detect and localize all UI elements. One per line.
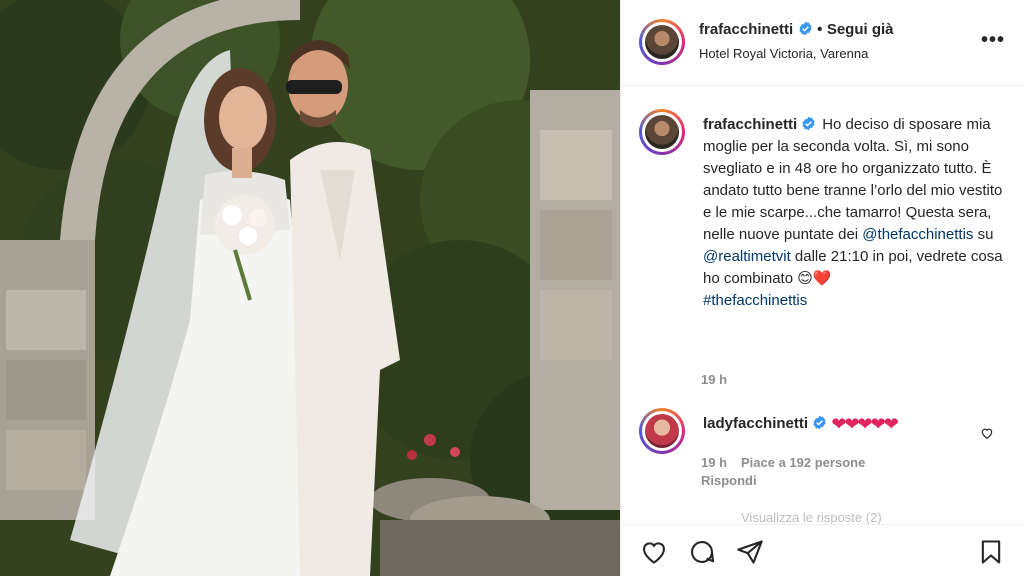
verified-badge-icon	[799, 21, 812, 36]
comment-text: ❤❤❤❤❤	[831, 414, 898, 434]
caption-text: su	[973, 226, 994, 243]
post-side-panel: frafacchinetti • Segui già Hotel Royal V…	[620, 0, 1024, 576]
verified-badge-icon	[802, 116, 815, 131]
view-replies-link[interactable]: Visualizza le risposte (2)	[741, 510, 882, 525]
share-icon[interactable]	[735, 538, 765, 566]
verified-badge-icon	[813, 415, 826, 430]
comment-icon[interactable]	[687, 538, 717, 566]
location-link[interactable]: Hotel Royal Victoria, Varenna	[699, 46, 868, 61]
mention-link[interactable]: @realtimetvit	[703, 248, 791, 265]
following-button[interactable]: Segui già	[827, 21, 894, 38]
post-caption: frafacchinetti Ho deciso di sposare mia …	[703, 114, 1003, 312]
separator-dot: •	[817, 21, 823, 38]
bookmark-icon[interactable]	[977, 538, 1005, 566]
instagram-post: frafacchinetti • Segui già Hotel Royal V…	[0, 0, 1024, 576]
reply-button[interactable]: Rispondi	[701, 473, 757, 488]
caption-author-avatar[interactable]	[639, 109, 685, 155]
post-action-bar	[621, 524, 1024, 576]
caption-timestamp[interactable]: 19 h	[701, 372, 727, 387]
header-title-row: frafacchinetti • Segui già	[699, 21, 894, 39]
heart-icon[interactable]	[639, 538, 669, 566]
wedding-photo-illustration	[0, 0, 620, 576]
author-avatar[interactable]	[639, 19, 685, 65]
comment-item: ladyfacchinetti ❤❤❤❤❤	[703, 414, 899, 435]
commenter-username[interactable]: ladyfacchinetti	[703, 415, 808, 432]
caption-username[interactable]: frafacchinetti	[703, 116, 797, 133]
caption-text: Ho deciso di sposare mia moglie per la s…	[703, 116, 1003, 243]
post-header: frafacchinetti • Segui già Hotel Royal V…	[621, 0, 1024, 86]
comment-like-heart-icon[interactable]	[980, 426, 994, 440]
post-photo[interactable]	[0, 0, 620, 576]
commenter-avatar[interactable]	[639, 408, 685, 454]
comment-likes-count[interactable]: Piace a 192 persone	[741, 455, 865, 470]
comment-timestamp[interactable]: 19 h	[701, 455, 727, 470]
hashtag-link[interactable]: #thefacchinettis	[703, 292, 807, 309]
author-username[interactable]: frafacchinetti	[699, 21, 793, 38]
mention-link[interactable]: @thefacchinettis	[862, 226, 973, 243]
more-options-icon[interactable]: •••	[981, 30, 1005, 50]
